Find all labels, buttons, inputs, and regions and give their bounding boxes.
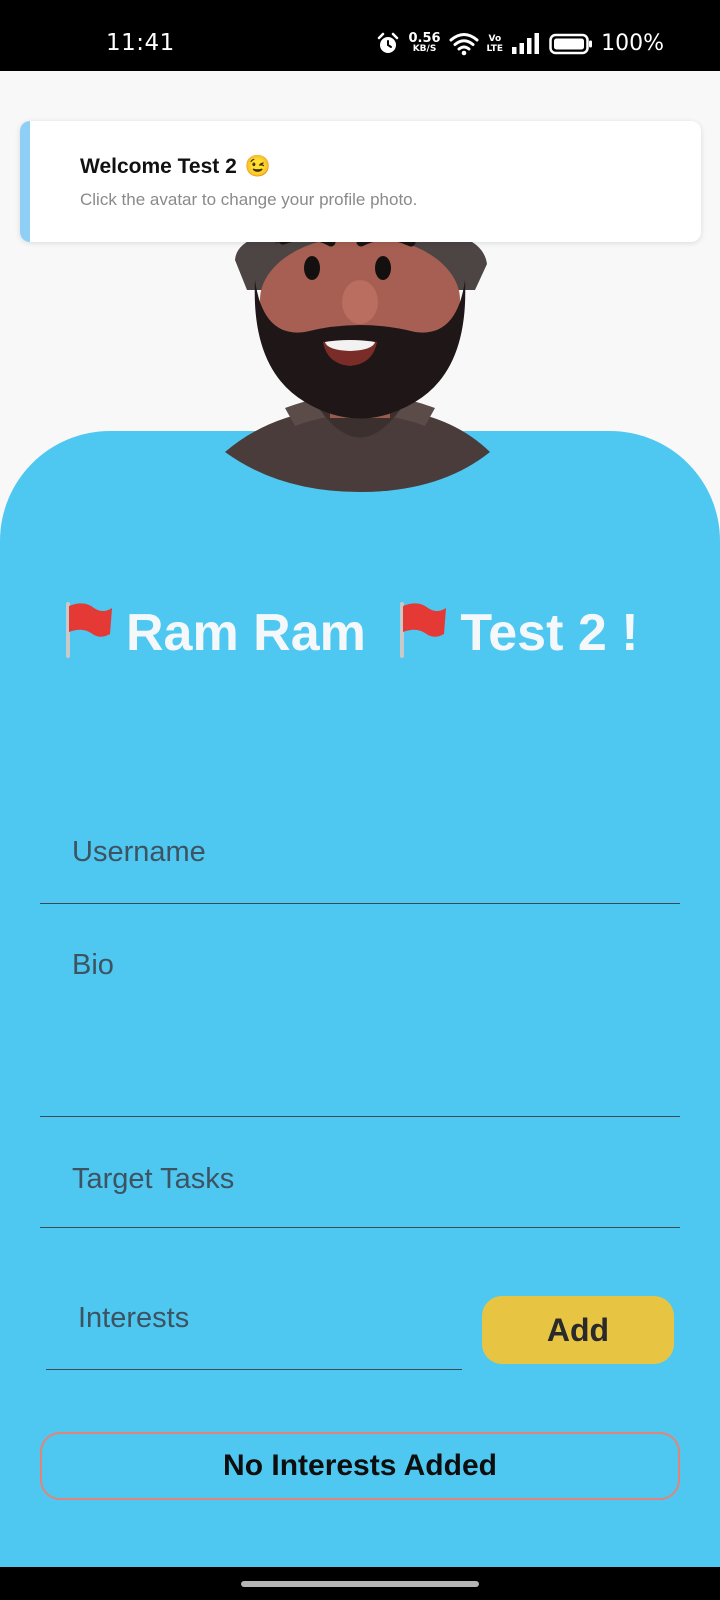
navigation-bar xyxy=(0,1567,720,1600)
wink-emoji-icon: 😉 xyxy=(244,155,271,178)
flag-icon xyxy=(400,602,447,658)
gesture-handle[interactable] xyxy=(241,1581,479,1587)
interests-label: Interests xyxy=(78,1302,190,1334)
greeting-heading: Ram Ram Test 2 ! xyxy=(60,600,640,665)
greeting-word1: Ram Ram xyxy=(126,604,366,662)
username-label: Username xyxy=(72,836,206,868)
greeting-word2: Test 2 ! xyxy=(460,604,639,662)
flag-icon xyxy=(66,602,112,658)
avatar[interactable] xyxy=(225,230,495,502)
bio-label: Bio xyxy=(72,949,114,981)
toast-accent-bar xyxy=(20,121,30,242)
toast-title: Welcome Test 2 😉 xyxy=(80,155,271,179)
signal-icon xyxy=(512,32,540,54)
volte-bottom: LTE xyxy=(486,43,504,54)
alarm-icon xyxy=(378,32,399,53)
interests-list-box: No Interests Added xyxy=(40,1432,680,1500)
welcome-toast: Welcome Test 2 😉 Click the avatar to cha… xyxy=(20,121,701,242)
no-interests-text: No Interests Added xyxy=(223,1449,497,1482)
volte-top: Vo xyxy=(488,33,502,44)
toast-subtitle: Click the avatar to change your profile … xyxy=(80,190,418,209)
status-bar: 11:41 0.56 KB/S Vo LTE 100% xyxy=(0,0,720,71)
toast-title-text: Welcome Test 2 xyxy=(80,155,237,178)
status-icons: 0.56 KB/S Vo LTE 100% xyxy=(376,31,664,56)
network-speed: 0.56 KB/S xyxy=(408,30,441,55)
wifi-icon xyxy=(449,32,479,55)
username-field[interactable]: Username xyxy=(40,824,680,904)
avatar-image xyxy=(225,231,490,492)
bio-field[interactable]: Bio xyxy=(40,936,680,1117)
status-time: 11:41 xyxy=(106,30,175,56)
add-interest-button[interactable]: Add xyxy=(482,1296,674,1364)
network-speed-value: 0.56 xyxy=(408,30,441,46)
network-speed-unit: KB/S xyxy=(412,43,437,54)
target-tasks-field[interactable]: Target Tasks xyxy=(40,1150,680,1228)
target-tasks-label: Target Tasks xyxy=(72,1163,235,1195)
battery-percent: 100% xyxy=(601,31,664,56)
battery-icon xyxy=(549,33,593,54)
interests-field[interactable]: Interests xyxy=(46,1292,462,1370)
volte-indicator: Vo LTE xyxy=(487,34,504,54)
